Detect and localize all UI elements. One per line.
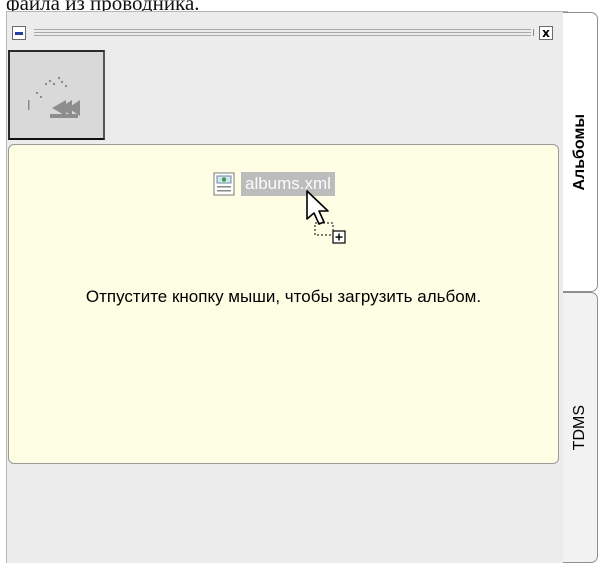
tab-albums-label: Альбомы bbox=[571, 113, 588, 191]
side-tab-strip: Альбомы TDMS bbox=[563, 12, 599, 563]
load-album-button[interactable] bbox=[8, 50, 105, 140]
drag-copy-cursor-icon bbox=[306, 190, 346, 244]
xml-file-icon bbox=[213, 172, 235, 196]
tab-tdms-label: TDMS bbox=[571, 404, 588, 451]
drop-zone[interactable]: albums.xml Отпустите кнопку мыши, чтобы … bbox=[8, 144, 559, 464]
panel-title-bar[interactable]: x bbox=[12, 26, 553, 40]
tab-albums[interactable]: Альбомы bbox=[563, 12, 598, 292]
load-album-icon bbox=[28, 76, 80, 118]
minimize-icon[interactable] bbox=[12, 26, 26, 40]
drag-grip[interactable] bbox=[34, 29, 534, 36]
tab-tdms[interactable]: TDMS bbox=[563, 292, 598, 563]
drop-message: Отпустите кнопку мыши, чтобы загрузить а… bbox=[85, 287, 482, 306]
close-icon[interactable]: x bbox=[539, 26, 553, 40]
